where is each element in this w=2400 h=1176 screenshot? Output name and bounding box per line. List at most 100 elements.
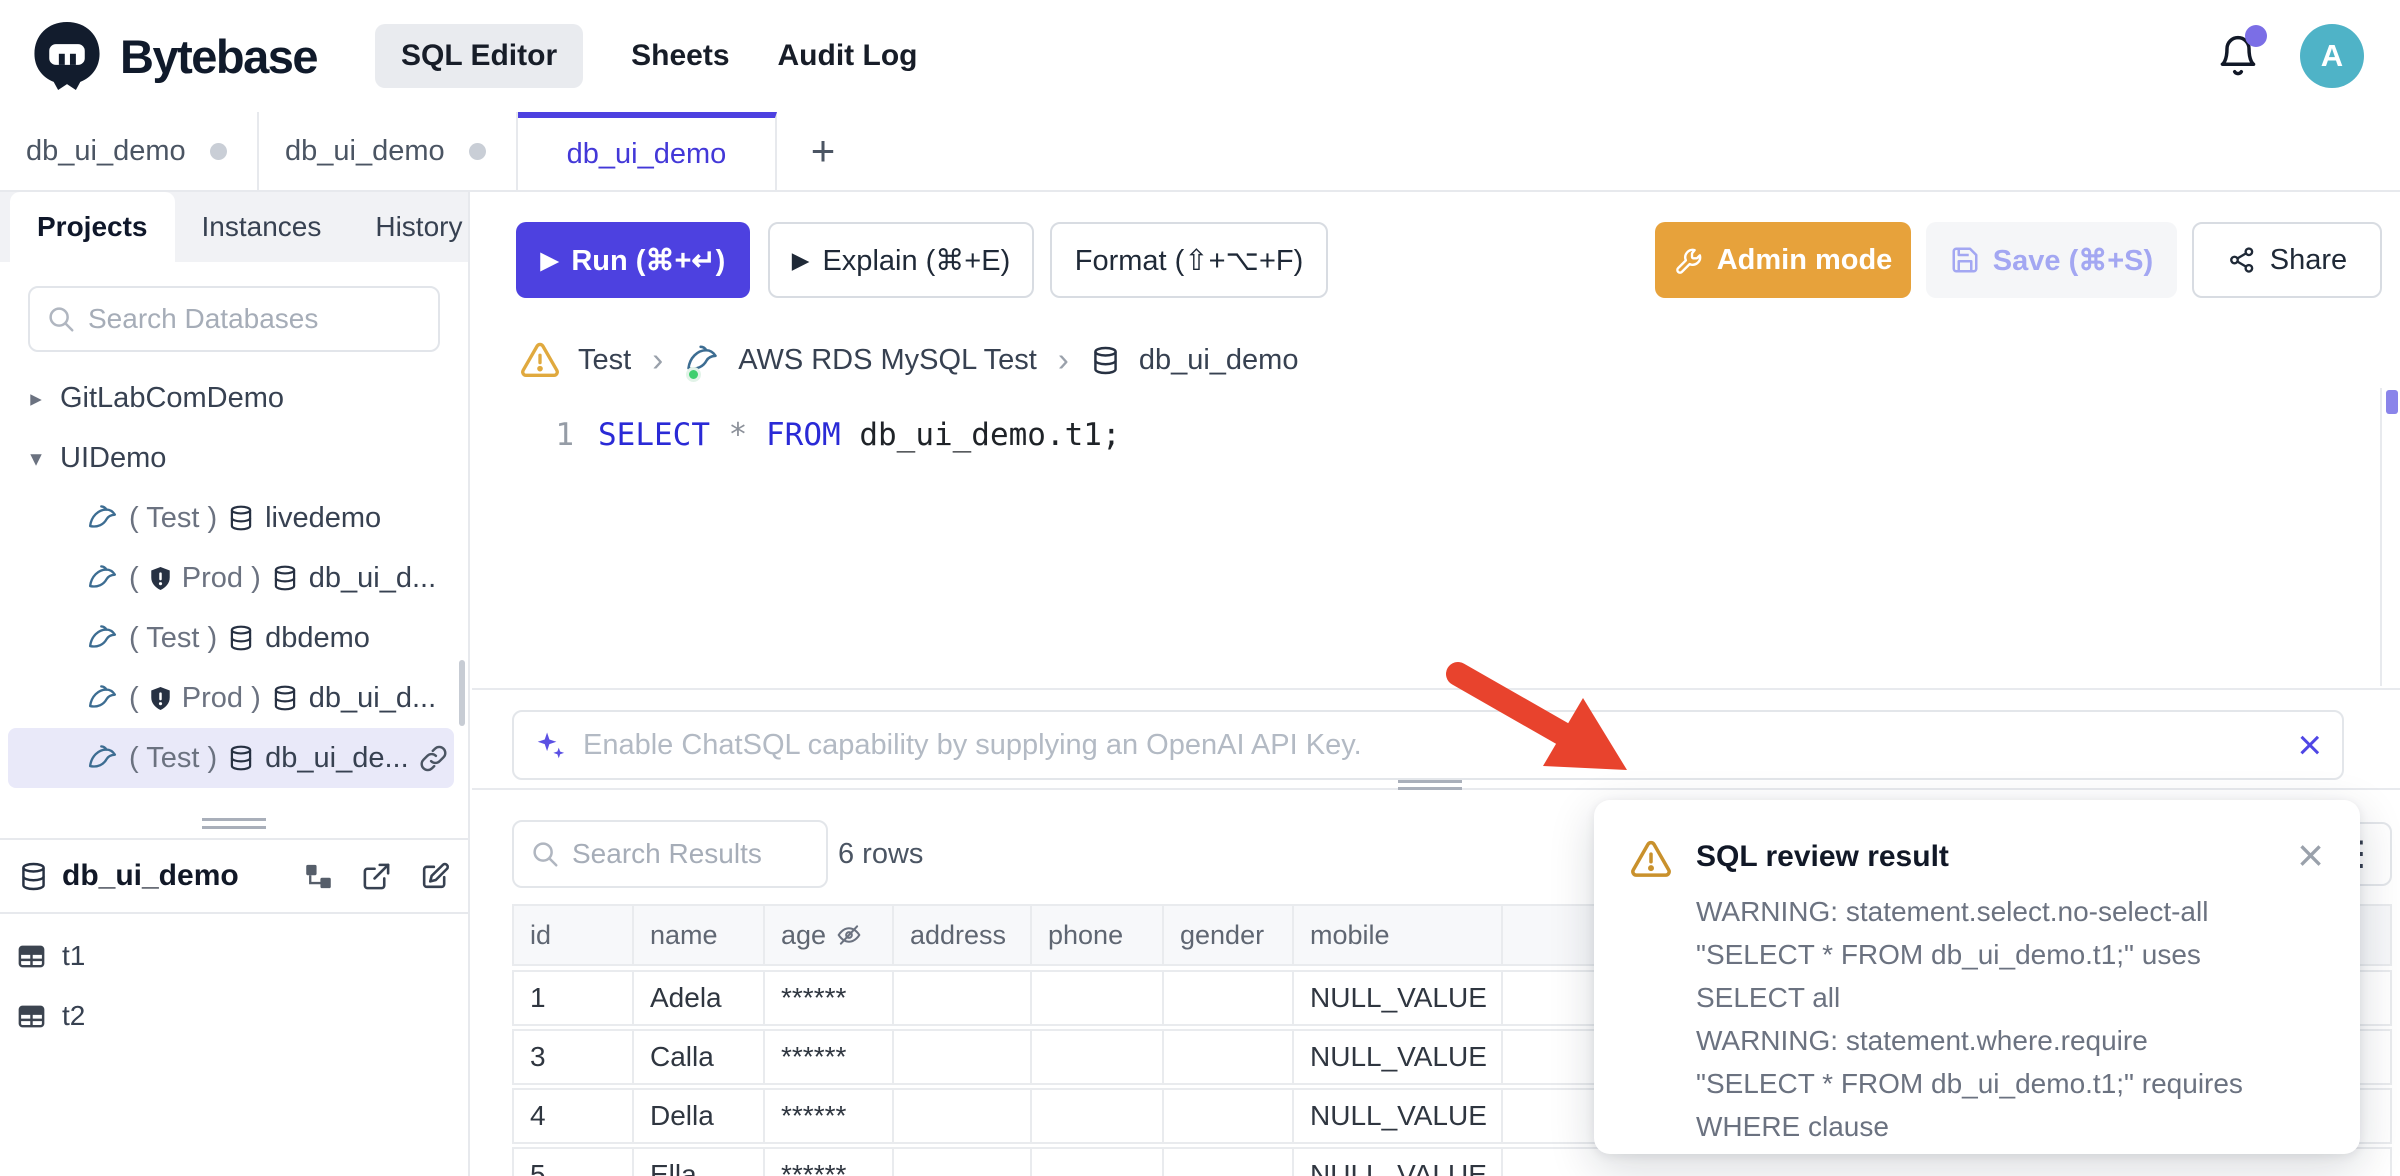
sheet-tab-1[interactable]: db_ui_demo <box>0 112 259 190</box>
popup-body: SQL review result WARNING: statement.sel… <box>1696 838 2324 1154</box>
database-icon <box>227 744 255 772</box>
breadcrumb-separator: › <box>652 341 663 379</box>
tree-database-2[interactable]: ( Test )livedemo <box>8 488 454 548</box>
database-panel-header: db_ui_demo <box>0 840 468 914</box>
editor-divider <box>472 688 2400 690</box>
save-button[interactable]: Save (⌘+S) <box>1926 222 2177 298</box>
table-cell <box>1032 1090 1162 1142</box>
table-cell <box>1032 972 1162 1024</box>
breadcrumb-environment[interactable]: Test <box>578 344 631 377</box>
popup-title: SQL review result <box>1696 840 2324 874</box>
database-icon <box>1090 345 1121 376</box>
search-icon <box>46 304 76 334</box>
sidebar-scrollbar-thumb[interactable] <box>459 660 465 726</box>
notification-badge <box>2245 25 2267 47</box>
popup-warning-lines: WARNING: statement.select.no-select-all"… <box>1696 890 2324 1148</box>
database-icon <box>227 504 255 532</box>
database-schema-panel: db_ui_demo <box>0 838 468 1176</box>
table-cell: 5 <box>514 1149 632 1176</box>
current-database-title: db_ui_demo <box>62 859 239 893</box>
notifications-bell-icon[interactable] <box>2216 34 2260 78</box>
run-button[interactable]: ▶ Run (⌘+↵) <box>516 222 750 298</box>
tree-database-4[interactable]: ( Test )dbdemo <box>8 608 454 668</box>
tree-database-5[interactable]: ( Prod )db_ui_d... <box>8 668 454 728</box>
mysql-engine-icon <box>86 622 119 655</box>
column-header-name: name <box>634 906 763 964</box>
column-header-mobile: mobile <box>1294 906 1501 964</box>
environment-warning-icon <box>520 340 560 380</box>
sheet-tab-label: db_ui_demo <box>285 135 445 168</box>
mysql-engine-icon <box>86 562 119 595</box>
tree-project-uidemo[interactable]: ▾UIDemo <box>8 428 454 488</box>
sidebar-resize-handle[interactable] <box>202 818 266 834</box>
sparkle-icon <box>534 729 567 762</box>
sidebar-panel-tabs: ProjectsInstancesHistory <box>0 192 468 262</box>
environment-label: ( Test ) <box>129 742 217 775</box>
bytebase-sql-editor-app: Bytebase SQL Editor Sheets Audit Log A db_… <box>0 0 2400 1176</box>
save-floppy-icon <box>1950 245 1980 275</box>
nav-item-sql-editor[interactable]: SQL Editor <box>375 24 583 88</box>
sql-editor-area[interactable]: 1 SELECT * FROM db_ui_demo.t1; <box>472 412 1121 458</box>
sidebar-tab-history[interactable]: History <box>348 192 489 262</box>
search-databases-input[interactable] <box>88 303 422 335</box>
sheet-tab-label: db_ui_demo <box>567 138 727 171</box>
share-button[interactable]: Share <box>2192 222 2382 298</box>
sheet-tab-3[interactable]: db_ui_demo <box>518 112 777 190</box>
table-cell <box>1164 1031 1292 1083</box>
table-icon <box>16 1001 47 1032</box>
warning-icon <box>1630 838 1672 1154</box>
environment-label: ( Prod ) <box>129 562 261 595</box>
sheet-tabbar: db_ui_demo db_ui_demo db_ui_demo + <box>0 112 2400 192</box>
banner-close-icon[interactable]: × <box>2297 724 2322 766</box>
chatsql-banner: Enable ChatSQL capability by supplying a… <box>512 710 2344 780</box>
column-header-address: address <box>894 906 1030 964</box>
breadcrumb-database[interactable]: db_ui_demo <box>1139 344 1299 377</box>
external-link-icon[interactable] <box>361 861 392 892</box>
edit-schema-icon[interactable] <box>419 861 450 892</box>
breadcrumb-instance[interactable]: AWS RDS MySQL Test <box>738 344 1037 377</box>
bytebase-logo[interactable]: Bytebase <box>30 19 317 93</box>
add-sheet-tab-button[interactable]: + <box>777 112 869 190</box>
column-header-label: address <box>910 920 1006 951</box>
environment-label: ( Test ) <box>129 622 217 655</box>
admin-mode-button[interactable]: Admin mode <box>1655 222 1911 298</box>
table-item-t2[interactable]: t2 <box>0 986 468 1046</box>
avatar[interactable]: A <box>2300 24 2364 88</box>
column-header-age: age <box>765 906 892 964</box>
database-icon <box>271 564 299 592</box>
popup-close-icon[interactable]: × <box>2297 832 2324 878</box>
table-cell: ****** <box>765 1149 892 1176</box>
sidebar-tab-instances[interactable]: Instances <box>175 192 349 262</box>
results-search-box <box>512 820 828 888</box>
breadcrumb: Test › AWS RDS MySQL Test › db_ui_demo <box>520 332 1298 388</box>
database-icon <box>271 684 299 712</box>
sheet-tab-2[interactable]: db_ui_demo <box>259 112 518 190</box>
search-results-input[interactable] <box>572 838 810 870</box>
instance-status-dot <box>686 367 701 382</box>
schema-diagram-icon[interactable] <box>303 861 334 892</box>
column-header-label: mobile <box>1310 920 1390 951</box>
project-database-tree: ▸GitLabComDemo▾UIDemo( Test )livedemo ( P… <box>0 368 462 788</box>
database-label: db_ui_d... <box>309 562 436 595</box>
results-resize-handle[interactable] <box>1398 780 1462 794</box>
editor-scrollbar-thumb[interactable] <box>2386 390 2398 414</box>
table-cell: Calla <box>634 1031 763 1083</box>
table-cell <box>894 1090 1030 1142</box>
explain-button[interactable]: ▶ Explain (⌘+E) <box>768 222 1034 298</box>
table-cell: Ella <box>634 1149 763 1176</box>
mysql-engine-icon <box>86 502 119 535</box>
tree-project-gitlabcomdemo[interactable]: ▸GitLabComDemo <box>8 368 454 428</box>
table-item-t1[interactable]: t1 <box>0 926 468 986</box>
column-header-phone: phone <box>1032 906 1162 964</box>
sheet-tabs: db_ui_demo db_ui_demo db_ui_demo <box>0 112 777 190</box>
environment-label: ( Test ) <box>129 502 217 535</box>
tree-database-3[interactable]: ( Prod ) db_ui_d... <box>8 548 454 608</box>
unsaved-dot <box>469 143 486 160</box>
nav-item-sheets[interactable]: Sheets <box>631 39 729 73</box>
sidebar-tab-projects[interactable]: Projects <box>10 192 175 262</box>
format-button[interactable]: Format (⇧+⌥+F) <box>1050 222 1328 298</box>
nav-item-audit-log[interactable]: Audit Log <box>778 39 918 73</box>
play-icon: ▶ <box>792 249 810 272</box>
tree-database-6[interactable]: ( Test )db_ui_de... <box>8 728 454 788</box>
eye-off-icon <box>836 922 862 948</box>
